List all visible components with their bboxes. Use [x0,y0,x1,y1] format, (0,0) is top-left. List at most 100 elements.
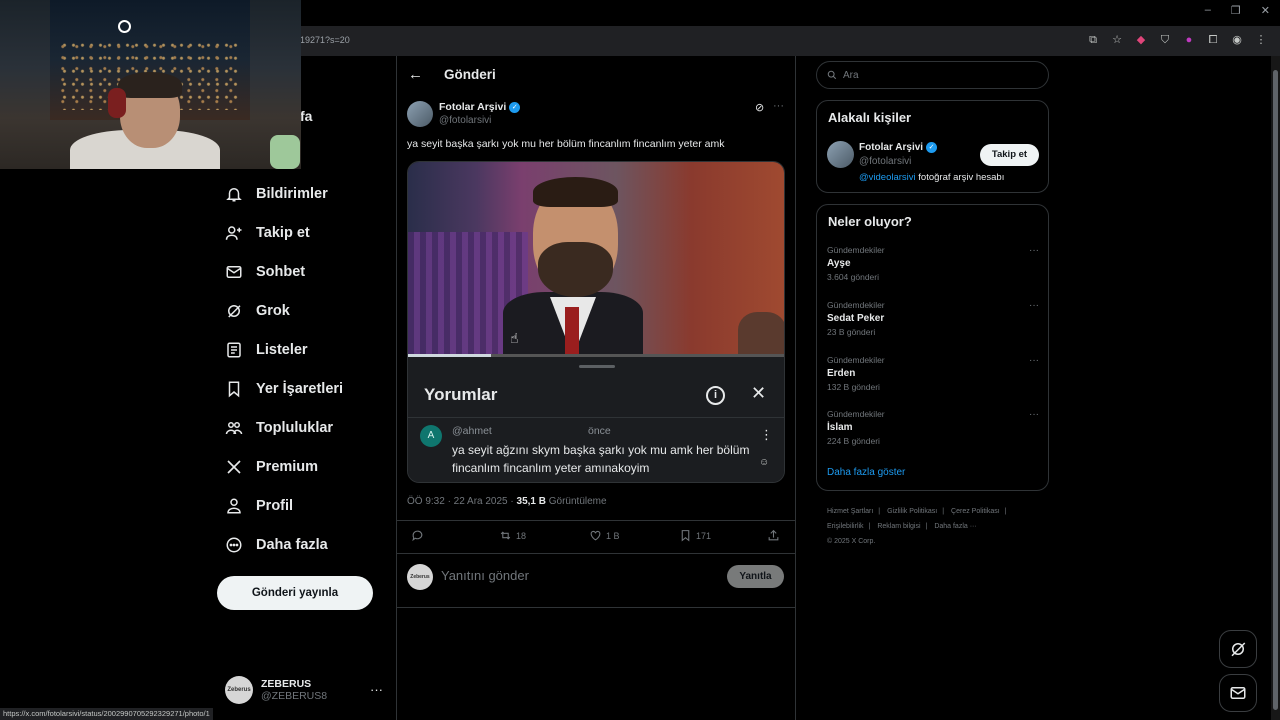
nav-item-label: Profil [256,498,294,514]
trend-more-icon[interactable]: ··· [1029,409,1039,420]
tweet-author-name[interactable]: Fotolar Arşivi ✓ [439,101,521,113]
nav-item-premium[interactable]: Premium [225,458,318,476]
related-people-card: Alakalı kişiler Fotolar Arşivi ✓ @fotola… [816,100,1049,193]
follow-button[interactable]: Takip et [980,144,1039,166]
info-icon[interactable]: i [706,386,725,405]
related-person-name[interactable]: Fotolar Arşivi ✓ [859,142,938,153]
nav-item-more[interactable]: Daha fazla [225,536,328,554]
extension-icon[interactable]: ● [1182,33,1196,47]
webcam-ring-light [118,20,131,33]
video-frame[interactable] [408,162,784,362]
footer-link-accessibility[interactable]: Erişilebilirlik [827,523,864,530]
bookmark-action[interactable]: 171 [679,529,711,542]
more-options-icon[interactable]: ··· [773,100,784,112]
trend-category: Gündemdekiler [827,409,885,419]
trend-item[interactable]: Gündemdekiler Sedat Peker 23 B gönderi ·… [827,300,1039,337]
reply-button[interactable]: Yanıtla [727,565,784,588]
trend-item[interactable]: Gündemdekiler Ayşe 3.604 gönderi ··· [827,245,1039,282]
tweet-views: 35,1 B [516,496,546,507]
grok-icon[interactable]: ⊘ [755,101,764,114]
footer-link-more[interactable]: Daha fazla ··· [934,523,976,530]
related-person-bio: @videolarsivi fotoğraf arşiv hesabı [859,172,1004,183]
verified-badge-icon: ✓ [509,101,521,113]
trend-more-icon[interactable]: ··· [1029,355,1039,366]
trend-more-icon[interactable]: ··· [1029,245,1039,256]
trend-more-icon[interactable]: ··· [1029,300,1039,311]
nav-item-follow[interactable]: Takip et [225,224,310,242]
page-scrollbar[interactable] [1271,56,1280,720]
url-text[interactable]: 19271?s=20 [300,35,350,45]
avatar[interactable] [407,101,433,127]
grok-fab-button[interactable] [1219,630,1257,668]
search-input[interactable]: Ara [816,61,1049,89]
related-title: Alakalı kişiler [828,110,912,125]
account-more-icon[interactable]: ··· [370,682,383,697]
bio-mention-link[interactable]: @videolarsivi [859,172,916,183]
comment-more-icon[interactable]: ⋮ [760,427,773,443]
maximize-button[interactable]: ❐ [1231,4,1241,17]
related-person-handle[interactable]: @fotolarsivi [859,156,911,167]
trends-title: Neler oluyor? [828,214,912,229]
bio-text: fotoğraf arşiv hesabı [915,172,1005,183]
nav-item-communities[interactable]: Topluluklar [225,419,333,437]
close-window-button[interactable]: ✕ [1261,4,1270,17]
share-action[interactable] [767,529,780,542]
browser-toolbar-icons: ⧉ ☆ ◆ ⛉ ● ⧠ ◉ ⋮ [1086,33,1268,47]
comments-sheet: Yorumlar i ✕ A @ahmet önce ya seyit ağzı… [408,357,784,482]
nav-item-bookmarks[interactable]: Yer İşaretleri [225,380,343,398]
like-action[interactable]: 1 B [589,529,620,542]
trend-item[interactable]: Gündemdekiler Erden 132 B gönderi ··· [827,355,1039,392]
sheet-grab-handle[interactable] [579,365,615,368]
nav-item-label: Yer İşaretleri [256,381,344,397]
star-icon[interactable]: ☆ [1110,33,1124,47]
footer-link-ads[interactable]: Reklam bilgisi [877,523,920,530]
footer-link-privacy[interactable]: Gizlilik Politikası [887,508,937,515]
footer-links: Hizmet Şartları | Gizlilik Politikası | Çe… [827,504,1047,549]
close-icon[interactable]: ✕ [751,383,766,404]
page-title: Gönderi [444,67,496,82]
shield-icon[interactable]: ⛉ [1158,33,1172,47]
footer-separator: | [925,523,928,530]
back-arrow-icon[interactable]: ← [408,66,423,83]
footer-link-cookies[interactable]: Çerez Politikası [951,508,1000,515]
avatar[interactable] [827,141,854,168]
nav-item-chat[interactable]: Sohbet [225,263,305,281]
comment-time: önce [588,425,611,437]
trend-category: Gündemdekiler [827,355,885,365]
post-button[interactable]: Gönderi yayınla [217,576,373,610]
reply-input[interactable]: Yanıtını gönder [441,568,529,583]
trend-item[interactable]: Gündemdekiler İslam 224 B gönderi ··· [827,409,1039,446]
nav-item-lists[interactable]: Listeler [225,341,308,359]
trend-name: İslam [827,422,853,433]
reply-action[interactable] [411,529,424,542]
footer-link-terms[interactable]: Hizmet Şartları [827,508,873,515]
account-switcher[interactable]: Zeberus ZEBERUS @ZEBERUS8 [225,676,327,704]
reply-icon [412,530,423,542]
minimize-button[interactable]: – [1205,4,1211,17]
tweet-views-label: Görüntüleme [545,496,607,507]
scrollbar-thumb[interactable] [1273,70,1278,710]
tweet-author-handle[interactable]: @fotolarsivi [439,115,491,126]
nav-item-label: Premium [256,459,319,475]
puzzle-icon[interactable]: ⧠ [1206,33,1220,47]
reaction-icon[interactable]: ☺ [759,457,769,468]
extension-icon[interactable]: ◆ [1134,33,1148,47]
nav-item-label: Listeler [256,342,308,358]
bookmark-icon [228,381,240,398]
nav-item-profile[interactable]: Profil [225,497,293,515]
divider [397,520,795,521]
profile-avatar-icon[interactable]: ◉ [1230,33,1244,47]
account-handle: @ZEBERUS8 [261,690,328,702]
footer-separator: | [868,523,871,530]
nav-item-notifications[interactable]: Bildirimler [225,185,328,203]
kebab-menu-icon[interactable]: ⋮ [1254,33,1268,47]
install-icon[interactable]: ⧉ [1086,33,1100,47]
nav-partial-label[interactable]: fa [300,108,312,124]
show-more-link[interactable]: Daha fazla göster [827,467,905,478]
photo-beard [538,242,613,297]
nav-item-grok[interactable]: Grok [225,302,290,320]
messages-fab-button[interactable] [1219,674,1257,712]
repost-action[interactable]: 18 [499,529,526,542]
tweet-media[interactable]: Yorumlar i ✕ A @ahmet önce ya seyit ağzı… [407,161,785,483]
search-placeholder: Ara [843,69,859,81]
